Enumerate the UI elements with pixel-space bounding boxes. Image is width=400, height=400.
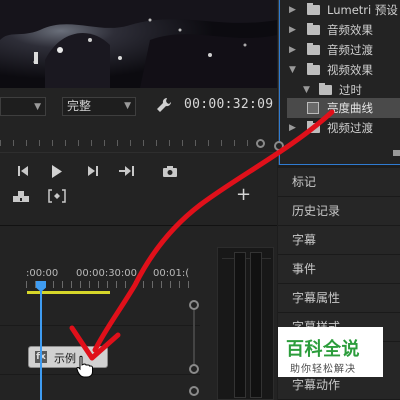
tree-item-label: 音频过渡: [327, 43, 373, 57]
chevron-right-icon[interactable]: ▶: [289, 40, 296, 60]
playhead-timecode[interactable]: 00:00:32:09: [184, 97, 273, 112]
scrub-ticks: [0, 140, 260, 146]
tree-item-label: Lumetri 预设: [327, 3, 398, 17]
tree-item-label: 亮度曲线: [327, 101, 373, 115]
folder-icon: [393, 150, 400, 156]
tree-item-label: 视频过渡: [327, 121, 373, 135]
tree-item-audio-effects[interactable]: ▶ 音频效果: [279, 20, 400, 40]
chevron-right-icon[interactable]: ▶: [289, 0, 296, 20]
add-button[interactable]: +: [236, 186, 251, 204]
track-divider: [0, 325, 200, 326]
divider: [0, 152, 277, 153]
ruler-timecode: :00:00: [26, 268, 59, 279]
tree-item-lumetri[interactable]: ▶ Lumetri 预设: [279, 0, 400, 20]
chevron-down-icon: ▼: [34, 102, 41, 112]
scroll-handle-bottom[interactable]: [189, 364, 199, 374]
folder-icon: [307, 23, 320, 35]
chevron-down-icon[interactable]: ▼: [289, 60, 296, 80]
panel-scroll-handle[interactable]: [274, 141, 284, 151]
tree-item-audio-transitions[interactable]: ▶ 音频过渡: [279, 40, 400, 60]
timeline-ruler[interactable]: [26, 281, 192, 288]
tree-item-label: 过时: [339, 83, 362, 97]
resolution-select[interactable]: ▼: [0, 97, 46, 116]
folder-icon: [307, 43, 320, 55]
quality-select[interactable]: 完整 ▼: [62, 97, 136, 116]
watermark-subtitle: 助你轻松解决: [290, 364, 356, 375]
step-forward-icon[interactable]: [82, 162, 104, 180]
chevron-right-icon[interactable]: ▶: [289, 20, 296, 40]
panel-tab-markers[interactable]: 标记: [278, 168, 400, 197]
monitor-control-bar: ▼ 完整 ▼ 00:00:32:09: [0, 95, 277, 119]
camera-icon[interactable]: [159, 162, 181, 180]
go-to-out-icon[interactable]: [116, 162, 138, 180]
tree-item-video-transitions[interactable]: ▶ 视频过渡: [279, 118, 400, 138]
mouse-cursor-icon: [74, 355, 96, 382]
folder-icon: [307, 3, 320, 15]
tree-item-luma-curve[interactable]: 亮度曲线: [287, 98, 400, 118]
monitor-scrub-bar[interactable]: [0, 139, 277, 148]
tree-item-label: 音频效果: [327, 23, 373, 37]
panel-tab-events[interactable]: 事件: [278, 255, 400, 284]
playhead-line: [40, 291, 42, 400]
watermark-logo: 百科全说 助你轻松解决: [278, 327, 383, 377]
panel-tab-title-properties[interactable]: 字幕属性: [278, 284, 400, 313]
trim-icon[interactable]: [46, 187, 68, 205]
wrench-icon[interactable]: [155, 96, 175, 116]
quality-value: 完整: [67, 99, 92, 113]
clip-label: 示例: [54, 352, 76, 365]
audio-channel-left: [234, 252, 246, 398]
folder-icon: [319, 83, 332, 95]
ruler-timecode: 00:01:(: [153, 268, 190, 279]
audio-meter: [217, 247, 274, 400]
panel-focus-border: [279, 164, 400, 165]
chevron-down-icon: ▼: [124, 101, 131, 111]
play-icon[interactable]: [46, 162, 68, 180]
lift-icon[interactable]: [10, 187, 32, 205]
step-back-icon[interactable]: [12, 162, 34, 180]
timeline-vertical-scrollbar-2[interactable]: [189, 386, 199, 400]
track-divider: [0, 374, 200, 375]
folder-icon: [307, 63, 320, 75]
program-monitor: ▼ 完整 ▼ 00:00:32:09 +: [0, 0, 277, 225]
watermark-title: 百科全说: [286, 339, 360, 360]
tree-item-obsolete[interactable]: ▼ 过时: [279, 80, 400, 100]
effects-panel: ▶ Lumetri 预设 ▶ 音频效果 ▶ 音频过渡 ▼ 视频效果 ▼ 过时 亮…: [274, 0, 400, 165]
meter-divider: [222, 258, 271, 259]
zoom-handle[interactable]: [256, 139, 265, 148]
chevron-down-icon[interactable]: ▼: [303, 80, 310, 100]
chevron-right-icon[interactable]: ▶: [289, 118, 296, 138]
video-preview: [0, 0, 277, 88]
scroll-handle[interactable]: [189, 386, 199, 396]
folder-icon: [307, 121, 320, 133]
panel-tab-captions[interactable]: 字幕: [278, 226, 400, 255]
tree-item-label: 视频效果: [327, 63, 373, 77]
scroll-handle-top[interactable]: [189, 300, 199, 310]
scroll-rail: [193, 308, 195, 368]
tree-item-video-effects[interactable]: ▼ 视频效果: [279, 60, 400, 80]
effect-icon: [307, 102, 319, 114]
audio-channel-right: [250, 252, 262, 398]
panel-tab-history[interactable]: 历史记录: [278, 197, 400, 226]
ruler-timecode: 00:00:30:00: [76, 268, 138, 279]
timeline-vertical-scrollbar[interactable]: [189, 300, 199, 374]
